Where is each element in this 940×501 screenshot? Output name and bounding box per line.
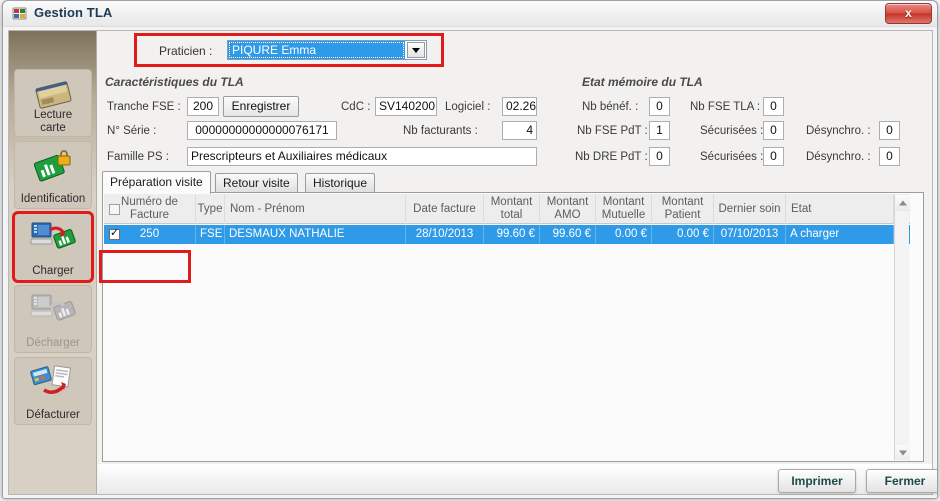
tranche-fse-label: Tranche FSE : [107,101,181,113]
tab-panel-preparation-visite: Numéro de Facture Type Nom - Prénom Date… [102,192,924,462]
tranche-fse-field[interactable]: 200 [187,97,219,116]
main-panel: Praticien : PIQURE Emma Caractéristiques… [98,31,932,494]
tab-strip: Préparation visite Retour visite Histori… [102,171,924,194]
table-row[interactable]: 250 FSE DESMAUX NATHALIE 28/10/2013 99.6… [104,225,910,244]
close-button[interactable]: x [885,3,932,24]
securisees-fse-field[interactable]: 0 [763,121,784,140]
nb-benef-field[interactable]: 0 [649,97,670,116]
securisees-fse-label: Sécurisées : [700,125,764,137]
logiciel-label: Logiciel : [445,101,491,113]
tab-preparation-visite[interactable]: Préparation visite [102,171,211,194]
etat-memoire-caption: Etat mémoire du TLA [582,75,703,89]
nb-fse-pdt-field[interactable]: 1 [649,121,670,140]
praticien-select[interactable]: PIQURE Emma [227,40,427,60]
desynchro-dre-label: Désynchro. : [806,151,871,163]
praticien-row: Praticien : PIQURE Emma [134,33,444,67]
invoice-undo-icon [30,364,76,398]
nb-fse-pdt-label: Nb FSE PdT : [577,125,648,137]
cell-montant-total: 99.60 € [484,225,540,244]
gestion-tla-dialog: Gestion TLA x Lecture carte Identificati… [2,0,938,499]
app-window-icon [12,6,28,22]
caracteristiques-caption: Caractéristiques du TLA [105,75,244,89]
grid-header-montant-patient[interactable]: Montant Patient [652,194,714,224]
cell-nom: DESMAUX NATHALIE [225,225,406,244]
sidebar-item-label: Charger [32,264,74,277]
desynchro-fse-label: Désynchro. : [806,125,871,137]
cell-date-facture: 28/10/2013 [406,225,484,244]
pc-to-device-icon [30,220,76,254]
nb-benef-label: Nb bénéf. : [582,101,639,113]
dialog-client-area: Lecture carte Identification Charger Déc… [3,27,937,498]
securisees-dre-label: Sécurisées : [700,151,764,163]
left-toolbar: Lecture carte Identification Charger Déc… [9,31,97,494]
sidebar-item-charger[interactable]: Charger [12,211,94,283]
cell-numero: 250 [104,225,196,244]
screenshot-root: Gestion TLA x Lecture carte Identificati… [0,0,940,501]
sidebar-item-label: Défacturer [26,408,80,421]
cell-dernier-soin: 07/10/2013 [714,225,786,244]
scroll-up-icon[interactable] [895,195,910,211]
nb-dre-pdt-field[interactable]: 0 [649,147,670,166]
card-lock-icon [30,148,76,182]
cdc-field[interactable]: SV140200 [375,97,437,116]
sidebar-item-label: Décharger [26,336,80,349]
praticien-label: Praticien : [159,44,213,58]
sidebar-item-label: Lecture carte [33,109,73,134]
invoice-grid: Numéro de Facture Type Nom - Prénom Date… [104,194,910,460]
imprimer-button[interactable]: Imprimer [778,469,856,493]
cell-montant-amo: 99.60 € [540,225,596,244]
famille-ps-field[interactable]: Prescripteurs et Auxiliaires médicaux [187,147,537,166]
cell-etat: A charger [786,225,894,244]
grid-select-all-checkbox[interactable] [109,204,120,215]
logiciel-field[interactable]: 02.26 [502,97,537,116]
cell-montant-mutuelle: 0.00 € [596,225,652,244]
cell-montant-patient: 0.00 € [652,225,714,244]
chevron-down-icon[interactable] [407,42,425,58]
nb-dre-pdt-label: Nb DRE PdT : [575,151,648,163]
grid-header-type[interactable]: Type [196,194,225,224]
dialog-title: Gestion TLA [34,5,113,20]
grid-vertical-scrollbar[interactable] [894,195,910,460]
dialog-footer: Imprimer Fermer [98,464,937,494]
grid-header-dernier-soin[interactable]: Dernier soin [714,194,786,224]
grid-header-montant-total[interactable]: Montant total [484,194,540,224]
grid-header-etat[interactable]: Etat [786,194,894,224]
serie-field[interactable]: 00000000000000076171 [187,121,337,140]
device-to-pc-icon [30,292,76,326]
dialog-titlebar: Gestion TLA x [3,1,937,27]
desynchro-fse-field[interactable]: 0 [879,121,900,140]
tab-retour-visite[interactable]: Retour visite [215,173,298,193]
sidebar-item-defacturer[interactable]: Défacturer [14,357,92,425]
fermer-button[interactable]: Fermer [866,469,937,493]
sidebar-item-decharger[interactable]: Décharger [14,285,92,353]
securisees-dre-field[interactable]: 0 [763,147,784,166]
grid-header-row: Numéro de Facture Type Nom - Prénom Date… [104,194,910,224]
card-reader-icon [30,76,76,110]
serie-label: N° Série : [107,125,157,137]
praticien-selected-value: PIQURE Emma [228,41,405,59]
grid-header-nom[interactable]: Nom - Prénom [225,194,406,224]
desynchro-dre-field[interactable]: 0 [879,147,900,166]
nb-facturants-field[interactable]: 4 [502,121,537,140]
cell-type: FSE [196,225,225,244]
famille-ps-label: Famille PS : [107,151,169,163]
scroll-down-icon[interactable] [895,445,910,460]
grid-header-montant-amo[interactable]: Montant AMO [540,194,596,224]
cdc-label: CdC : [341,101,371,113]
grid-header-montant-mutuelle[interactable]: Montant Mutuelle [596,194,652,224]
nb-fse-tla-field[interactable]: 0 [763,97,784,116]
grid-header-date-facture[interactable]: Date facture [406,194,484,224]
tab-historique[interactable]: Historique [305,173,376,193]
sidebar-item-label: Identification [20,192,86,205]
nb-fse-tla-label: Nb FSE TLA : [690,101,761,113]
nb-facturants-label: Nb facturants : [403,125,478,137]
sidebar-item-lecture-carte[interactable]: Lecture carte [14,69,92,137]
enregistrer-button[interactable]: Enregistrer [223,96,299,117]
sidebar-item-identification[interactable]: Identification [14,141,92,209]
